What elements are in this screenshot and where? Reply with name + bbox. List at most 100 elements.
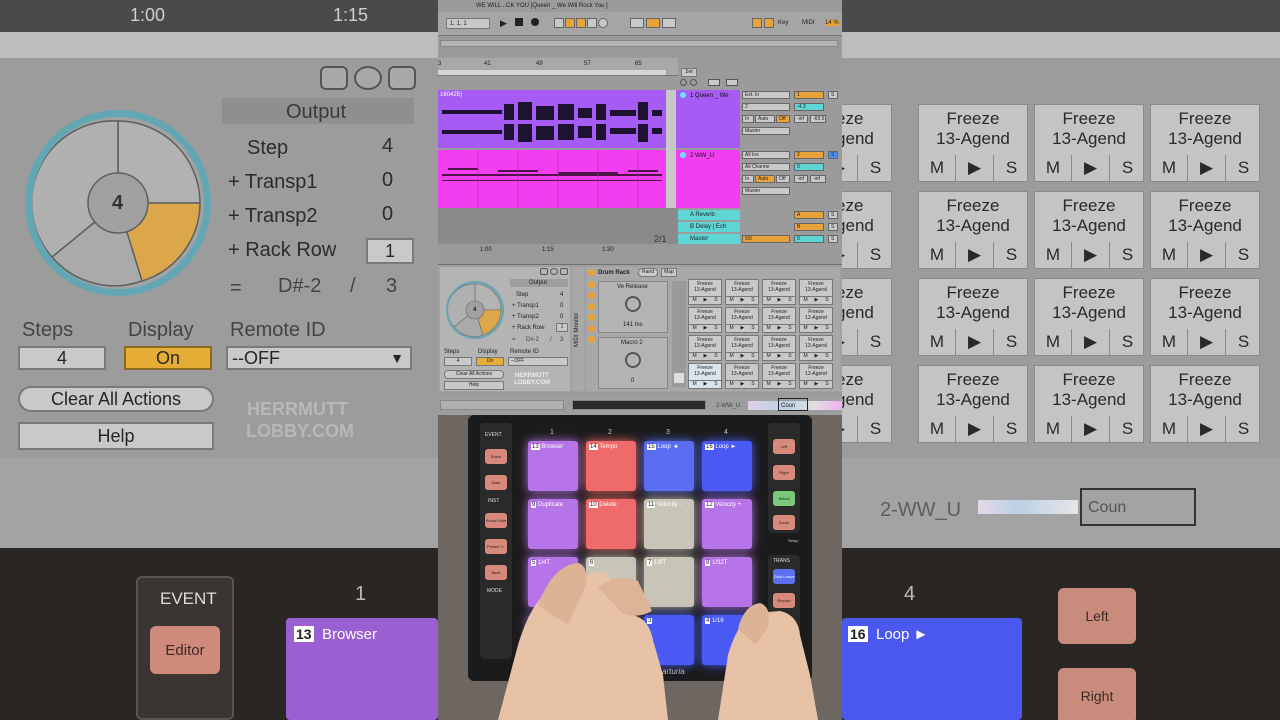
return-b-header[interactable]: B Delay | Ech xyxy=(678,222,740,232)
drum-pad-solo[interactable]: S xyxy=(788,325,791,332)
zoom-right-left-button[interactable]: Left xyxy=(1058,588,1136,644)
drum-pad[interactable]: Freeze 13-Agend M ▶ S xyxy=(688,279,722,305)
zoom-freeze-solo[interactable]: S xyxy=(993,416,1029,442)
zoom-freeze-play-icon[interactable]: ▶ xyxy=(842,329,857,355)
drum-pad-play-icon[interactable]: ▶ xyxy=(703,353,707,360)
zoom-display-toggle[interactable]: On xyxy=(124,346,212,370)
zoom-freeze-mute[interactable]: M xyxy=(1151,242,1187,268)
track-2-output[interactable]: Master xyxy=(742,187,790,195)
set-button[interactable]: Set xyxy=(681,68,697,77)
zoom-right-count-box[interactable]: Coun xyxy=(1080,488,1196,526)
time-ruler[interactable]: 1:00 1:15 1:30 xyxy=(438,244,678,256)
drum-pad-solo[interactable]: S xyxy=(714,353,717,360)
device-hotswap-icon[interactable] xyxy=(550,268,558,275)
drum-pad-solo[interactable]: S xyxy=(714,297,717,304)
rack-show-macros-icon[interactable] xyxy=(588,281,595,288)
zoom-freeze-solo[interactable]: S xyxy=(857,242,893,268)
step-dial[interactable]: 4 xyxy=(446,281,504,339)
beat-ruler[interactable]: 3 41 49 57 65 xyxy=(438,58,678,76)
overview-strip[interactable] xyxy=(438,36,842,52)
track-1-channel[interactable]: 2 xyxy=(742,103,790,111)
zoom-freeze-pad-partial[interactable]: Freeze13-Agend ▶S xyxy=(842,104,892,182)
record-icon[interactable] xyxy=(531,18,539,26)
track-2-mon-auto[interactable]: Auto xyxy=(755,175,775,183)
loop-icon[interactable] xyxy=(646,18,660,28)
zoom-freeze-play-icon[interactable]: ▶ xyxy=(1187,242,1225,268)
zoom-pad-13[interactable]: 13 Browser xyxy=(286,618,438,720)
return-b-letter[interactable]: B xyxy=(794,223,824,231)
zoom-freeze-pad-partial[interactable]: Freeze13-Agend ▶S xyxy=(842,278,892,356)
track-1-volume[interactable]: -4.3 xyxy=(794,103,824,111)
zoom-freeze-mute[interactable]: M xyxy=(919,416,955,442)
zoom-freeze-play-icon[interactable]: ▶ xyxy=(1187,329,1225,355)
zoom-freeze-mute[interactable]: M xyxy=(919,155,955,181)
rack-power-icon[interactable] xyxy=(588,269,595,276)
track-1-mon-auto[interactable]: Auto xyxy=(755,115,775,123)
midi-map-icon[interactable] xyxy=(764,18,774,28)
drum-pad-mute[interactable]: M xyxy=(729,325,733,332)
return-a-solo[interactable]: S xyxy=(828,211,838,219)
zoom-right-pad-16[interactable]: 16 Loop ► xyxy=(842,618,1022,720)
drum-pad-solo[interactable]: S xyxy=(825,381,828,388)
master-solo[interactable]: S xyxy=(828,235,838,243)
drum-pad-solo[interactable]: S xyxy=(751,325,754,332)
punch-icon[interactable] xyxy=(662,18,676,28)
drum-pad-solo[interactable]: S xyxy=(788,381,791,388)
zoom-freeze-solo[interactable]: S xyxy=(857,416,893,442)
drum-pad[interactable]: Freeze 13-Agend M ▶ S xyxy=(725,279,759,305)
zoom-freeze-solo[interactable]: S xyxy=(993,155,1029,181)
drum-pad[interactable]: Freeze 13-Agend M ▶ S xyxy=(762,335,796,361)
track-1-play-icon[interactable] xyxy=(680,92,686,98)
drum-pad-mute[interactable]: M xyxy=(729,381,733,388)
drum-pad-mute[interactable]: M xyxy=(692,381,696,388)
draw-mode-icon[interactable] xyxy=(708,79,720,86)
drum-pad-solo[interactable]: S xyxy=(751,297,754,304)
rack-show-sends-icon[interactable] xyxy=(588,336,595,343)
drum-pad-mute[interactable]: M xyxy=(766,325,770,332)
zoom-fold-icon[interactable] xyxy=(320,66,348,90)
zoom-step-dial[interactable]: 4 xyxy=(25,110,211,296)
rack-map-button[interactable]: Map xyxy=(661,268,677,277)
return-a-header[interactable]: A Reverb xyxy=(678,210,740,220)
track-1-output[interactable]: Master xyxy=(742,127,790,135)
rack-rand-button[interactable]: Rand xyxy=(638,268,658,277)
drum-pad[interactable]: Freeze 13-Agend M ▶ S xyxy=(762,279,796,305)
zoom-freeze-play-icon[interactable]: ▶ xyxy=(955,416,993,442)
drum-pad-solo[interactable]: S xyxy=(825,297,828,304)
drum-pad-solo[interactable]: S xyxy=(714,381,717,388)
drum-pad[interactable]: Freeze 13-Agend M ▶ S xyxy=(688,335,722,361)
track-1-mon-in[interactable]: In xyxy=(742,115,754,123)
drum-pad-mute[interactable]: M xyxy=(766,381,770,388)
macro-1[interactable]: Ve Release 141 ms xyxy=(598,281,668,333)
drum-pad-solo[interactable]: S xyxy=(788,353,791,360)
session-record-icon[interactable] xyxy=(598,18,608,28)
drum-pad-mute[interactable]: M xyxy=(766,353,770,360)
drum-pad-solo[interactable]: S xyxy=(788,297,791,304)
return-a-letter[interactable]: A xyxy=(794,211,824,219)
steps-field[interactable]: 4 xyxy=(444,357,472,366)
zoom-freeze-mute[interactable]: M xyxy=(919,242,955,268)
drum-pad-mute[interactable]: M xyxy=(803,325,807,332)
device-fold-icon[interactable] xyxy=(540,268,548,275)
drum-pad-mute[interactable]: M xyxy=(766,297,770,304)
macro-1-knob[interactable] xyxy=(625,296,641,312)
track-2-number[interactable]: 2 xyxy=(794,151,824,159)
zoom-freeze-solo[interactable]: S xyxy=(1225,155,1261,181)
zoom-freeze-play-icon[interactable]: ▶ xyxy=(1071,329,1109,355)
drum-pad-solo[interactable]: S xyxy=(825,325,828,332)
zoom-freeze-pad[interactable]: Freeze 13-Agend M ▶ S xyxy=(918,191,1028,269)
drum-pad-mute[interactable]: M xyxy=(692,325,696,332)
drum-pad-play-icon[interactable]: ▶ xyxy=(814,297,818,304)
zoom-freeze-solo[interactable]: S xyxy=(1225,416,1261,442)
drum-pad-play-icon[interactable]: ▶ xyxy=(777,381,781,388)
zoom-freeze-solo[interactable]: S xyxy=(857,155,893,181)
zoom-right-right-button[interactable]: Right xyxy=(1058,668,1136,720)
zoom-freeze-solo[interactable]: S xyxy=(1109,416,1145,442)
drum-pad-solo[interactable]: S xyxy=(714,325,717,332)
help-button[interactable]: Help xyxy=(444,381,504,390)
macro-2[interactable]: Macro 2 0 xyxy=(598,337,668,389)
drum-pad[interactable]: Freeze 13-Agend M ▶ S xyxy=(725,307,759,333)
drum-pad-play-icon[interactable]: ▶ xyxy=(703,297,707,304)
midi-clip[interactable] xyxy=(438,150,678,208)
zoom-freeze-solo[interactable]: S xyxy=(993,242,1029,268)
